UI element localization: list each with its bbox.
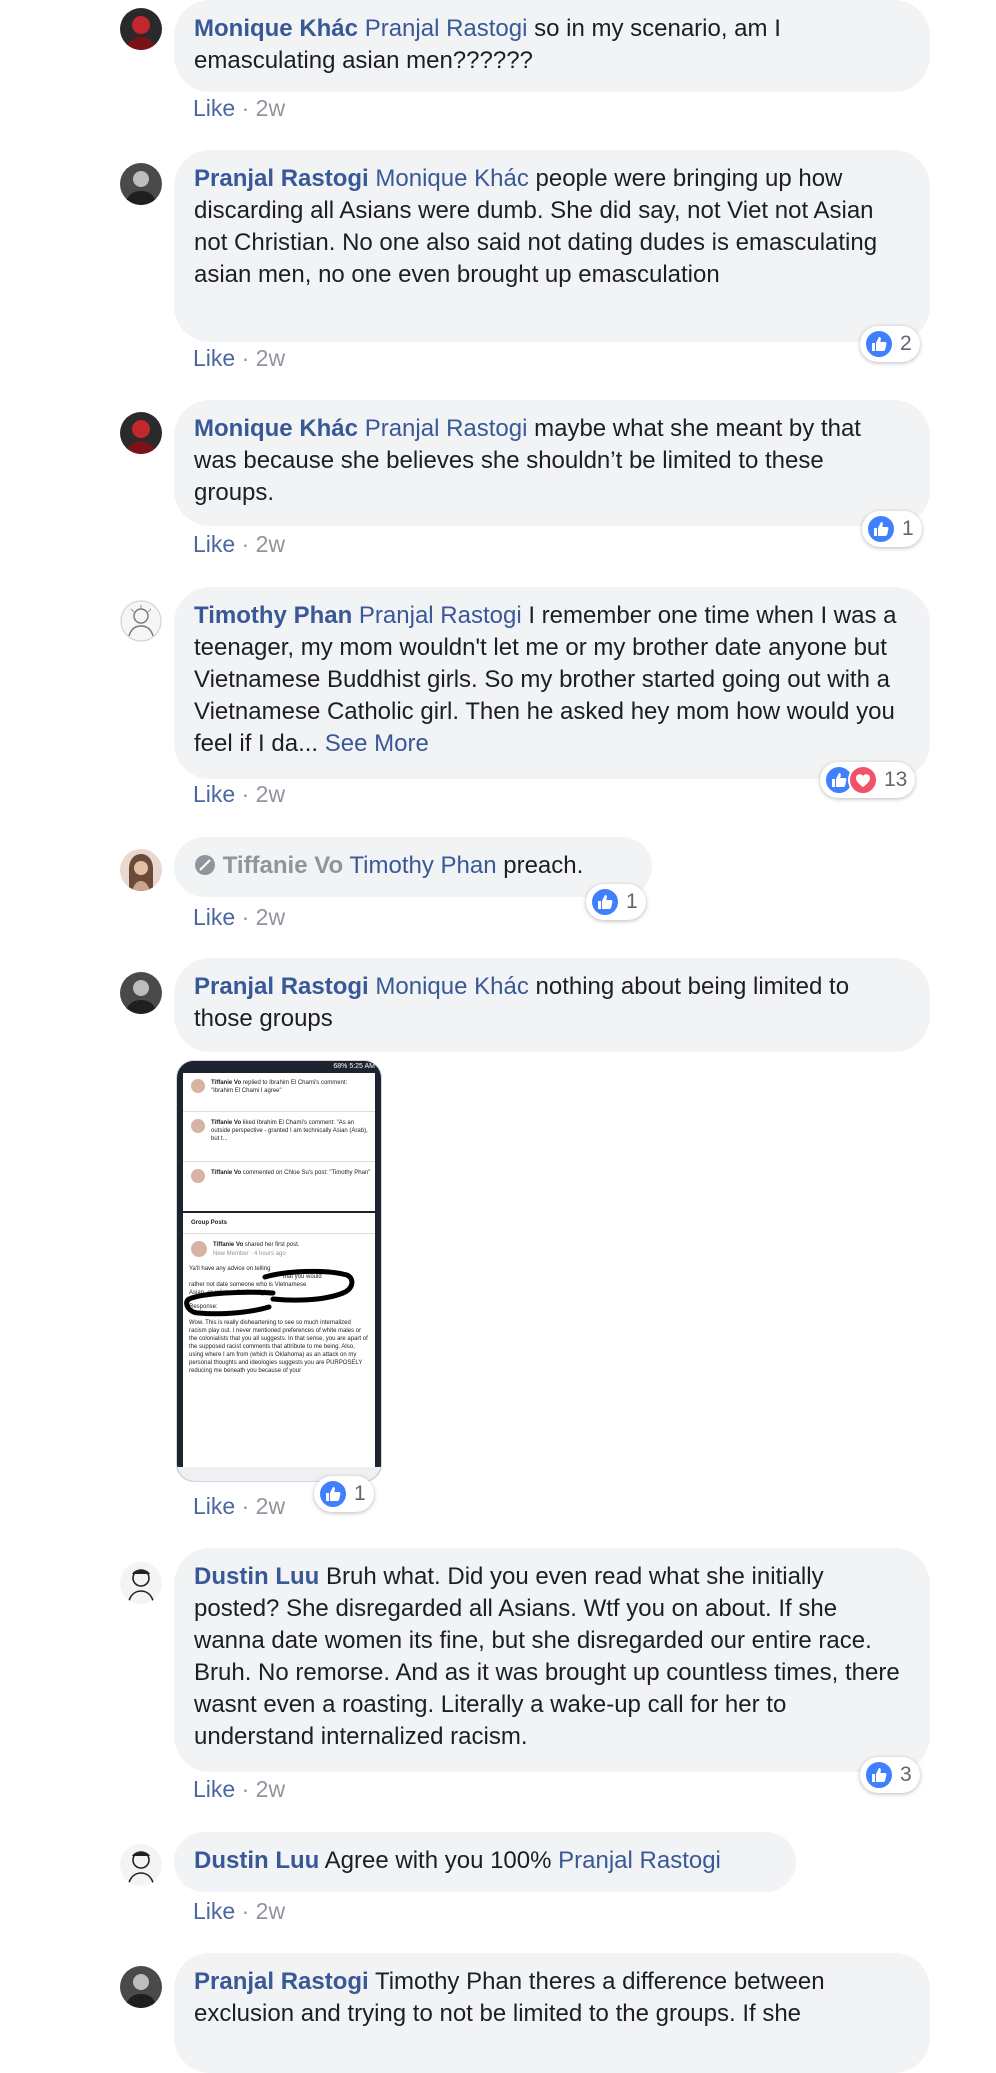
like-link[interactable]: Like bbox=[193, 904, 235, 930]
avatar[interactable] bbox=[120, 163, 162, 205]
comment-bubble: Dustin Luu Agree with you 100% Pranjal R… bbox=[174, 1832, 796, 1892]
avatar[interactable] bbox=[120, 1844, 162, 1886]
like-link[interactable]: Like bbox=[193, 345, 235, 371]
scribble-annotation bbox=[184, 1268, 355, 1317]
group-post-panel: Group Posts Tiffanie Vo shared her first… bbox=[183, 1213, 375, 1467]
timestamp[interactable]: 2w bbox=[256, 1776, 285, 1802]
reaction-count[interactable]: 1 bbox=[314, 1476, 374, 1512]
comment-meta: Like · 2w bbox=[193, 1898, 286, 1924]
like-reaction-icon bbox=[590, 887, 620, 917]
like-link[interactable]: Like bbox=[193, 1776, 235, 1802]
avatar[interactable] bbox=[120, 1966, 162, 2008]
attached-screenshot[interactable]: 68% 5:25 AM Tiffanie Vo replied to Ibrah… bbox=[176, 1060, 382, 1482]
like-reaction-icon bbox=[866, 514, 896, 544]
like-link[interactable]: Like bbox=[193, 95, 235, 121]
like-link[interactable]: Like bbox=[193, 1898, 235, 1924]
comment-author[interactable]: Dustin Luu bbox=[194, 1563, 319, 1590]
reaction-count[interactable]: 1 bbox=[586, 884, 646, 920]
comment-author[interactable]: Pranjal Rastogi bbox=[194, 1968, 369, 1995]
comment-author[interactable]: Monique Khác bbox=[194, 415, 358, 442]
reaction-count[interactable]: 2 bbox=[860, 326, 920, 362]
like-link[interactable]: Like bbox=[193, 781, 235, 807]
comment-meta: Like · 2w bbox=[193, 531, 286, 557]
like-link[interactable]: Like bbox=[193, 531, 235, 557]
avatar[interactable] bbox=[120, 1562, 162, 1604]
comment-author[interactable]: Pranjal Rastogi bbox=[194, 973, 369, 1000]
mention-link[interactable]: Pranjal Rastogi bbox=[365, 415, 528, 442]
timestamp[interactable]: 2w bbox=[256, 1493, 285, 1519]
comment-text: preach. bbox=[496, 852, 584, 879]
see-more-link[interactable]: See More bbox=[325, 730, 429, 757]
phone-status-bar: 68% 5:25 AM bbox=[177, 1061, 381, 1073]
avatar[interactable] bbox=[120, 600, 162, 642]
notifications-panel: Tiffanie Vo replied to Ibrahim El Chami'… bbox=[183, 1073, 375, 1211]
comment-author[interactable]: Timothy Phan bbox=[194, 602, 352, 629]
comment-author: Tiffanie Vo bbox=[222, 852, 344, 879]
mention-link[interactable]: Timothy Phan bbox=[349, 852, 496, 879]
timestamp[interactable]: 2w bbox=[256, 904, 285, 930]
timestamp[interactable]: 2w bbox=[256, 345, 285, 371]
comment-bubble: Monique Khác Pranjal Rastogi maybe what … bbox=[174, 400, 930, 526]
comment-author[interactable]: Dustin Luu bbox=[194, 1847, 319, 1874]
comment-meta: Like · 2w bbox=[193, 95, 286, 121]
mention-link[interactable]: Pranjal Rastogi bbox=[359, 602, 522, 629]
avatar[interactable] bbox=[120, 849, 162, 891]
timestamp[interactable]: 2w bbox=[256, 781, 285, 807]
comment-bubble: Pranjal Rastogi Monique Khác nothing abo… bbox=[174, 958, 930, 1052]
like-reaction-icon bbox=[318, 1479, 348, 1509]
comment-text: Bruh what. Did you even read what she in… bbox=[194, 1563, 900, 1750]
love-reaction-icon bbox=[848, 765, 878, 795]
avatar[interactable] bbox=[120, 972, 162, 1014]
like-reaction-icon bbox=[864, 1760, 894, 1790]
mention-link[interactable]: Pranjal Rastogi bbox=[558, 1847, 721, 1874]
comment-bubble: Pranjal Rastogi Timothy Phan theres a di… bbox=[174, 1953, 930, 2073]
comment-bubble: Dustin Luu Bruh what. Did you even read … bbox=[174, 1548, 930, 1772]
comment-meta: Like · 2w bbox=[193, 1776, 286, 1802]
reaction-count[interactable]: 3 bbox=[860, 1757, 920, 1793]
avatar[interactable] bbox=[120, 412, 162, 454]
comment-meta: Like · 2w bbox=[193, 1493, 286, 1519]
deactivated-user-icon bbox=[195, 855, 215, 875]
like-link[interactable]: Like bbox=[193, 1493, 235, 1519]
avatar[interactable] bbox=[120, 8, 162, 50]
timestamp[interactable]: 2w bbox=[256, 95, 285, 121]
comment-author[interactable]: Monique Khác bbox=[194, 15, 358, 42]
comment-author[interactable]: Pranjal Rastogi bbox=[194, 165, 369, 192]
comment-text: Agree with you 100% bbox=[319, 1847, 559, 1874]
comment-meta: Like · 2w bbox=[193, 904, 286, 930]
comment-meta: Like · 2w bbox=[193, 781, 286, 807]
like-reaction-icon bbox=[864, 329, 894, 359]
reaction-count[interactable]: 13 bbox=[820, 762, 916, 798]
timestamp[interactable]: 2w bbox=[256, 531, 285, 557]
comment-bubble: Timothy Phan Pranjal Rastogi I remember … bbox=[174, 587, 930, 779]
mention-link[interactable]: Monique Khác bbox=[375, 973, 528, 1000]
comment-bubble: Pranjal Rastogi Monique Khác people were… bbox=[174, 150, 930, 342]
reaction-count[interactable]: 1 bbox=[862, 511, 922, 547]
mention-link[interactable]: Monique Khác bbox=[375, 165, 528, 192]
timestamp[interactable]: 2w bbox=[256, 1898, 285, 1924]
comment-bubble: Monique Khác Pranjal Rastogi so in my sc… bbox=[174, 0, 930, 92]
comment-meta: Like · 2w bbox=[193, 345, 286, 371]
comment-bubble: Tiffanie Vo Timothy Phan preach. bbox=[174, 837, 652, 897]
mention-link[interactable]: Pranjal Rastogi bbox=[365, 15, 528, 42]
